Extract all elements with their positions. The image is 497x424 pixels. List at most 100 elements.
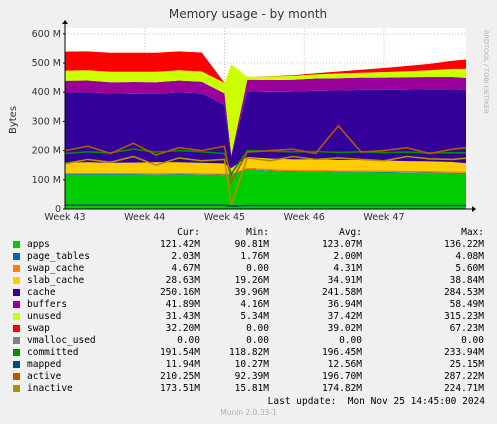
x-tick-label: Week 44 bbox=[124, 212, 165, 223]
legend-avg: 174.82M bbox=[321, 383, 362, 394]
legend-cur: 31.43M bbox=[165, 311, 200, 322]
legend-swatch bbox=[13, 289, 20, 296]
legend-cur: 41.89M bbox=[165, 299, 200, 310]
y-tick-label: 200 M bbox=[32, 146, 61, 157]
legend-max: 5.60M bbox=[455, 263, 484, 274]
legend-row-committed: committed 191.54M 118.82M 196.45M 233.94M bbox=[13, 347, 487, 359]
legend: Cur: Min: Avg: Max: apps 121.42M 90.81M 123… bbox=[13, 227, 487, 395]
legend-max: 284.53M bbox=[443, 287, 484, 298]
x-axis-arrow bbox=[472, 206, 476, 212]
area-apps bbox=[65, 169, 466, 209]
legend-avg: 241.58M bbox=[321, 287, 362, 298]
legend-series-name: apps bbox=[27, 239, 50, 250]
legend-min: 1.76M bbox=[240, 251, 269, 262]
legend-max: 58.49M bbox=[449, 299, 484, 310]
legend-avg: 2.00M bbox=[333, 251, 362, 262]
munin-version: Munin 2.0.33-1 bbox=[220, 408, 277, 417]
legend-swatch bbox=[13, 385, 20, 392]
legend-min: 90.81M bbox=[234, 239, 269, 250]
legend-cur: 4.67M bbox=[171, 263, 200, 274]
legend-header-avg: Avg: bbox=[339, 227, 362, 238]
y-tick-label: 300 M bbox=[32, 116, 61, 127]
legend-avg: 34.91M bbox=[327, 275, 362, 286]
legend-min: 118.82M bbox=[228, 347, 269, 358]
legend-swatch bbox=[13, 241, 20, 248]
last-update: Last update: Mon Nov 25 14:45:00 2024 bbox=[267, 396, 485, 407]
y-axis-arrow bbox=[62, 20, 68, 24]
legend-header: Cur: Min: Avg: Max: bbox=[13, 227, 487, 239]
legend-min: 0.00 bbox=[246, 323, 269, 334]
legend-swatch bbox=[13, 361, 20, 368]
legend-cur: 0.00 bbox=[177, 335, 200, 346]
legend-min: 39.96M bbox=[234, 287, 269, 298]
legend-series-name: mapped bbox=[27, 359, 62, 370]
legend-cur: 173.51M bbox=[159, 383, 200, 394]
legend-max: 0.00 bbox=[461, 335, 484, 346]
legend-row-mapped: mapped 11.94M 10.27M 12.56M 25.15M bbox=[13, 359, 487, 371]
legend-max: 4.08M bbox=[455, 251, 484, 262]
legend-min: 0.00 bbox=[246, 335, 269, 346]
legend-swatch bbox=[13, 325, 20, 332]
legend-max: 136.22M bbox=[443, 239, 484, 250]
legend-min: 92.39M bbox=[234, 371, 269, 382]
legend-row-active: active 210.25M 92.39M 196.70M 287.22M bbox=[13, 371, 487, 383]
y-axis-label: Bytes bbox=[8, 106, 19, 134]
legend-header-min: Min: bbox=[246, 227, 269, 238]
legend-max: 233.94M bbox=[443, 347, 484, 358]
legend-swatch bbox=[13, 253, 20, 260]
x-tick-label: Week 45 bbox=[204, 212, 245, 223]
legend-cur: 191.54M bbox=[159, 347, 200, 358]
legend-avg: 37.42M bbox=[327, 311, 362, 322]
legend-swatch bbox=[13, 301, 20, 308]
legend-series-name: unused bbox=[27, 311, 62, 322]
legend-series-name: swap_cache bbox=[27, 263, 85, 274]
y-tick-label: 400 M bbox=[32, 87, 61, 98]
legend-avg: 123.07M bbox=[321, 239, 362, 250]
legend-swatch bbox=[13, 277, 20, 284]
legend-series-name: inactive bbox=[27, 383, 73, 394]
legend-avg: 196.70M bbox=[321, 371, 362, 382]
legend-cur: 210.25M bbox=[159, 371, 200, 382]
legend-series-name: slab_cache bbox=[27, 275, 85, 286]
legend-cur: 250.16M bbox=[159, 287, 200, 298]
legend-row-swap-cache: swap_cache 4.67M 0.00 4.31M 5.60M bbox=[13, 263, 487, 275]
chart-title: Memory usage - by month bbox=[169, 7, 327, 21]
legend-row-swap: swap 32.20M 0.00 39.02M 67.23M bbox=[13, 323, 487, 335]
legend-swatch bbox=[13, 349, 20, 356]
line-mapped bbox=[65, 204, 466, 207]
legend-cur: 121.42M bbox=[159, 239, 200, 250]
legend-avg: 36.94M bbox=[327, 299, 362, 310]
legend-avg: 0.00 bbox=[339, 335, 362, 346]
legend-series-name: active bbox=[27, 371, 62, 382]
legend-series-name: buffers bbox=[27, 299, 68, 310]
legend-max: 315.23M bbox=[443, 311, 484, 322]
legend-row-cache: cache 250.16M 39.96M 241.58M 284.53M bbox=[13, 287, 487, 299]
legend-row-vmalloc-used: vmalloc_used 0.00 0.00 0.00 0.00 bbox=[13, 335, 487, 347]
legend-min: 5.34M bbox=[240, 311, 269, 322]
legend-min: 4.16M bbox=[240, 299, 269, 310]
legend-series-name: page_tables bbox=[27, 251, 90, 262]
legend-row-slab-cache: slab_cache 28.63M 19.26M 34.91M 38.84M bbox=[13, 275, 487, 287]
x-tick-label: Week 43 bbox=[44, 212, 85, 223]
y-tick-label: 500 M bbox=[32, 58, 61, 69]
y-tick-label: 600 M bbox=[32, 29, 61, 40]
legend-max: 38.84M bbox=[449, 275, 484, 286]
legend-swatch bbox=[13, 313, 20, 320]
legend-avg: 12.56M bbox=[327, 359, 362, 370]
legend-row-unused: unused 31.43M 5.34M 37.42M 315.23M bbox=[13, 311, 487, 323]
x-tick-label: Week 46 bbox=[284, 212, 325, 223]
legend-series-name: committed bbox=[27, 347, 79, 358]
legend-max: 224.71M bbox=[443, 383, 484, 394]
legend-cur: 28.63M bbox=[165, 275, 200, 286]
legend-series-name: cache bbox=[27, 287, 56, 298]
legend-avg: 196.45M bbox=[321, 347, 362, 358]
legend-max: 67.23M bbox=[449, 323, 484, 334]
legend-avg: 4.31M bbox=[333, 263, 362, 274]
x-tick-label: Week 47 bbox=[363, 212, 404, 223]
legend-series-name: swap bbox=[27, 323, 50, 334]
legend-header-max: Max: bbox=[461, 227, 484, 238]
legend-row-page-tables: page_tables 2.03M 1.76M 2.00M 4.08M bbox=[13, 251, 487, 263]
legend-swatch bbox=[13, 265, 20, 272]
legend-min: 19.26M bbox=[234, 275, 269, 286]
legend-max: 25.15M bbox=[449, 359, 484, 370]
